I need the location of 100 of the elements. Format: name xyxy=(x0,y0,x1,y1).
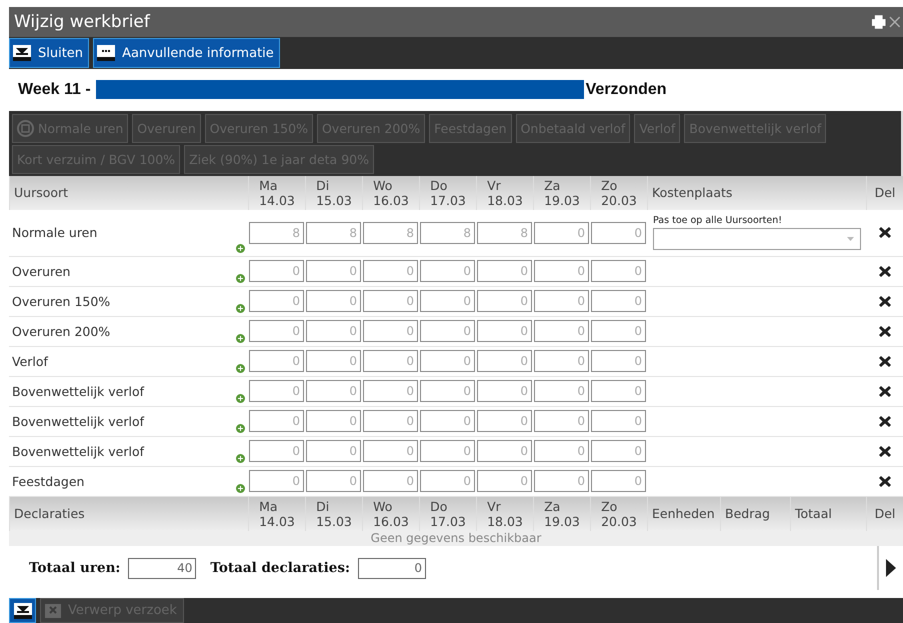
hours-input[interactable]: 0 xyxy=(477,410,532,432)
hours-input[interactable]: 0 xyxy=(363,290,418,312)
hours-input[interactable]: 0 xyxy=(249,290,304,312)
hours-input[interactable]: 0 xyxy=(306,470,361,492)
hours-input[interactable]: 0 xyxy=(306,350,361,372)
total-field[interactable]: 0 xyxy=(358,558,426,579)
add-icon[interactable] xyxy=(236,334,245,343)
add-icon[interactable] xyxy=(236,274,245,283)
hours-input[interactable]: 0 xyxy=(534,410,589,432)
hours-input[interactable]: 8 xyxy=(477,222,532,244)
hours-input[interactable]: 0 xyxy=(591,470,646,492)
hours-input[interactable]: 0 xyxy=(477,320,532,342)
add-icon[interactable] xyxy=(236,424,245,433)
hours-input[interactable]: 0 xyxy=(420,350,475,372)
hours-input[interactable]: 0 xyxy=(591,320,646,342)
hours-input[interactable]: 0 xyxy=(363,380,418,402)
hours-input[interactable]: 0 xyxy=(534,380,589,402)
hours-input[interactable]: 0 xyxy=(477,380,532,402)
day-header: Vr 18.03 xyxy=(476,496,533,531)
hours-input[interactable]: 0 xyxy=(534,470,589,492)
hours-input[interactable]: 0 xyxy=(534,222,589,244)
hours-input[interactable]: 0 xyxy=(249,440,304,462)
hours-input[interactable]: 0 xyxy=(420,320,475,342)
add-icon[interactable] xyxy=(236,244,245,253)
hours-input[interactable]: 0 xyxy=(591,260,646,282)
info-button[interactable]: Aanvullende informatie xyxy=(93,38,280,68)
hours-input[interactable]: 0 xyxy=(249,320,304,342)
close-icon[interactable] xyxy=(889,16,903,28)
total-label: Totaal uren: xyxy=(29,560,120,576)
add-icon[interactable] xyxy=(236,364,245,373)
add-icon[interactable] xyxy=(236,484,245,493)
inbox-icon xyxy=(12,44,32,62)
delete-icon[interactable] xyxy=(878,226,892,240)
hours-input[interactable]: 0 xyxy=(249,260,304,282)
day-header: Wo 16.03 xyxy=(362,496,419,531)
hours-input[interactable]: 0 xyxy=(477,260,532,282)
hours-input[interactable]: 0 xyxy=(249,350,304,372)
delete-icon[interactable] xyxy=(878,384,892,398)
row-label: Bovenwettelijk verlof xyxy=(12,414,144,429)
delete-icon[interactable] xyxy=(878,414,892,428)
hours-input[interactable]: 0 xyxy=(306,410,361,432)
hours-input[interactable]: 0 xyxy=(363,350,418,372)
hours-input[interactable]: 8 xyxy=(249,222,304,244)
day-header: Di 15.03 xyxy=(305,496,362,531)
hours-input[interactable]: 0 xyxy=(534,260,589,282)
inbox-button[interactable] xyxy=(9,598,36,623)
hours-input[interactable]: 0 xyxy=(306,320,361,342)
hours-input[interactable]: 0 xyxy=(306,260,361,282)
hours-input[interactable]: 0 xyxy=(249,380,304,402)
hours-input[interactable]: 0 xyxy=(477,350,532,372)
hours-input[interactable]: 0 xyxy=(306,290,361,312)
hours-input[interactable]: 0 xyxy=(591,290,646,312)
total-field[interactable]: 40 xyxy=(128,558,196,579)
hours-input[interactable]: 0 xyxy=(534,320,589,342)
add-icon[interactable] xyxy=(236,304,245,313)
add-icon[interactable] xyxy=(236,394,245,403)
next-arrow-icon[interactable] xyxy=(886,559,896,578)
hours-input[interactable]: 0 xyxy=(420,470,475,492)
delete-icon[interactable] xyxy=(878,324,892,338)
hours-input[interactable]: 0 xyxy=(363,260,418,282)
hours-input[interactable]: 0 xyxy=(591,410,646,432)
empty-message: Geen gegevens beschikbaar xyxy=(370,530,542,545)
hours-input[interactable]: 0 xyxy=(420,260,475,282)
hours-input[interactable]: 0 xyxy=(591,350,646,372)
hours-input[interactable]: 0 xyxy=(477,290,532,312)
hours-input[interactable]: 0 xyxy=(477,470,532,492)
cost-center-select[interactable] xyxy=(653,228,861,250)
hours-input[interactable]: 0 xyxy=(534,290,589,312)
hours-input[interactable]: 0 xyxy=(420,440,475,462)
delete-icon[interactable] xyxy=(878,294,892,308)
hours-input[interactable]: 0 xyxy=(534,350,589,372)
column-header: Eenheden xyxy=(647,496,720,531)
hours-input[interactable]: 0 xyxy=(363,320,418,342)
hours-input[interactable]: 0 xyxy=(363,440,418,462)
hours-input[interactable]: 8 xyxy=(363,222,418,244)
delete-icon[interactable] xyxy=(878,444,892,458)
hours-input[interactable]: 0 xyxy=(420,410,475,432)
hours-input[interactable]: 0 xyxy=(306,440,361,462)
close-button[interactable]: Sluiten xyxy=(9,38,90,68)
hours-input[interactable]: 0 xyxy=(477,440,532,462)
hours-input[interactable]: 0 xyxy=(534,440,589,462)
hours-input[interactable]: 0 xyxy=(591,222,646,244)
delete-icon[interactable] xyxy=(878,354,892,368)
delete-icon[interactable] xyxy=(878,264,892,278)
hours-input[interactable]: 0 xyxy=(591,440,646,462)
add-icon[interactable] xyxy=(236,454,245,463)
day-header: Di 15.03 xyxy=(305,176,362,210)
hours-input[interactable]: 0 xyxy=(420,380,475,402)
hours-input[interactable]: 0 xyxy=(306,380,361,402)
hours-input[interactable]: 0 xyxy=(420,290,475,312)
hours-input[interactable]: 0 xyxy=(591,380,646,402)
hours-input[interactable]: 0 xyxy=(249,470,304,492)
hours-input[interactable]: 0 xyxy=(363,410,418,432)
delete-icon[interactable] xyxy=(878,474,892,488)
day-header: Za 19.03 xyxy=(533,176,590,210)
hours-input[interactable]: 8 xyxy=(306,222,361,244)
row-label: Bovenwettelijk verlof xyxy=(12,444,144,459)
hours-input[interactable]: 0 xyxy=(363,470,418,492)
hours-input[interactable]: 8 xyxy=(420,222,475,244)
hours-input[interactable]: 0 xyxy=(249,410,304,432)
